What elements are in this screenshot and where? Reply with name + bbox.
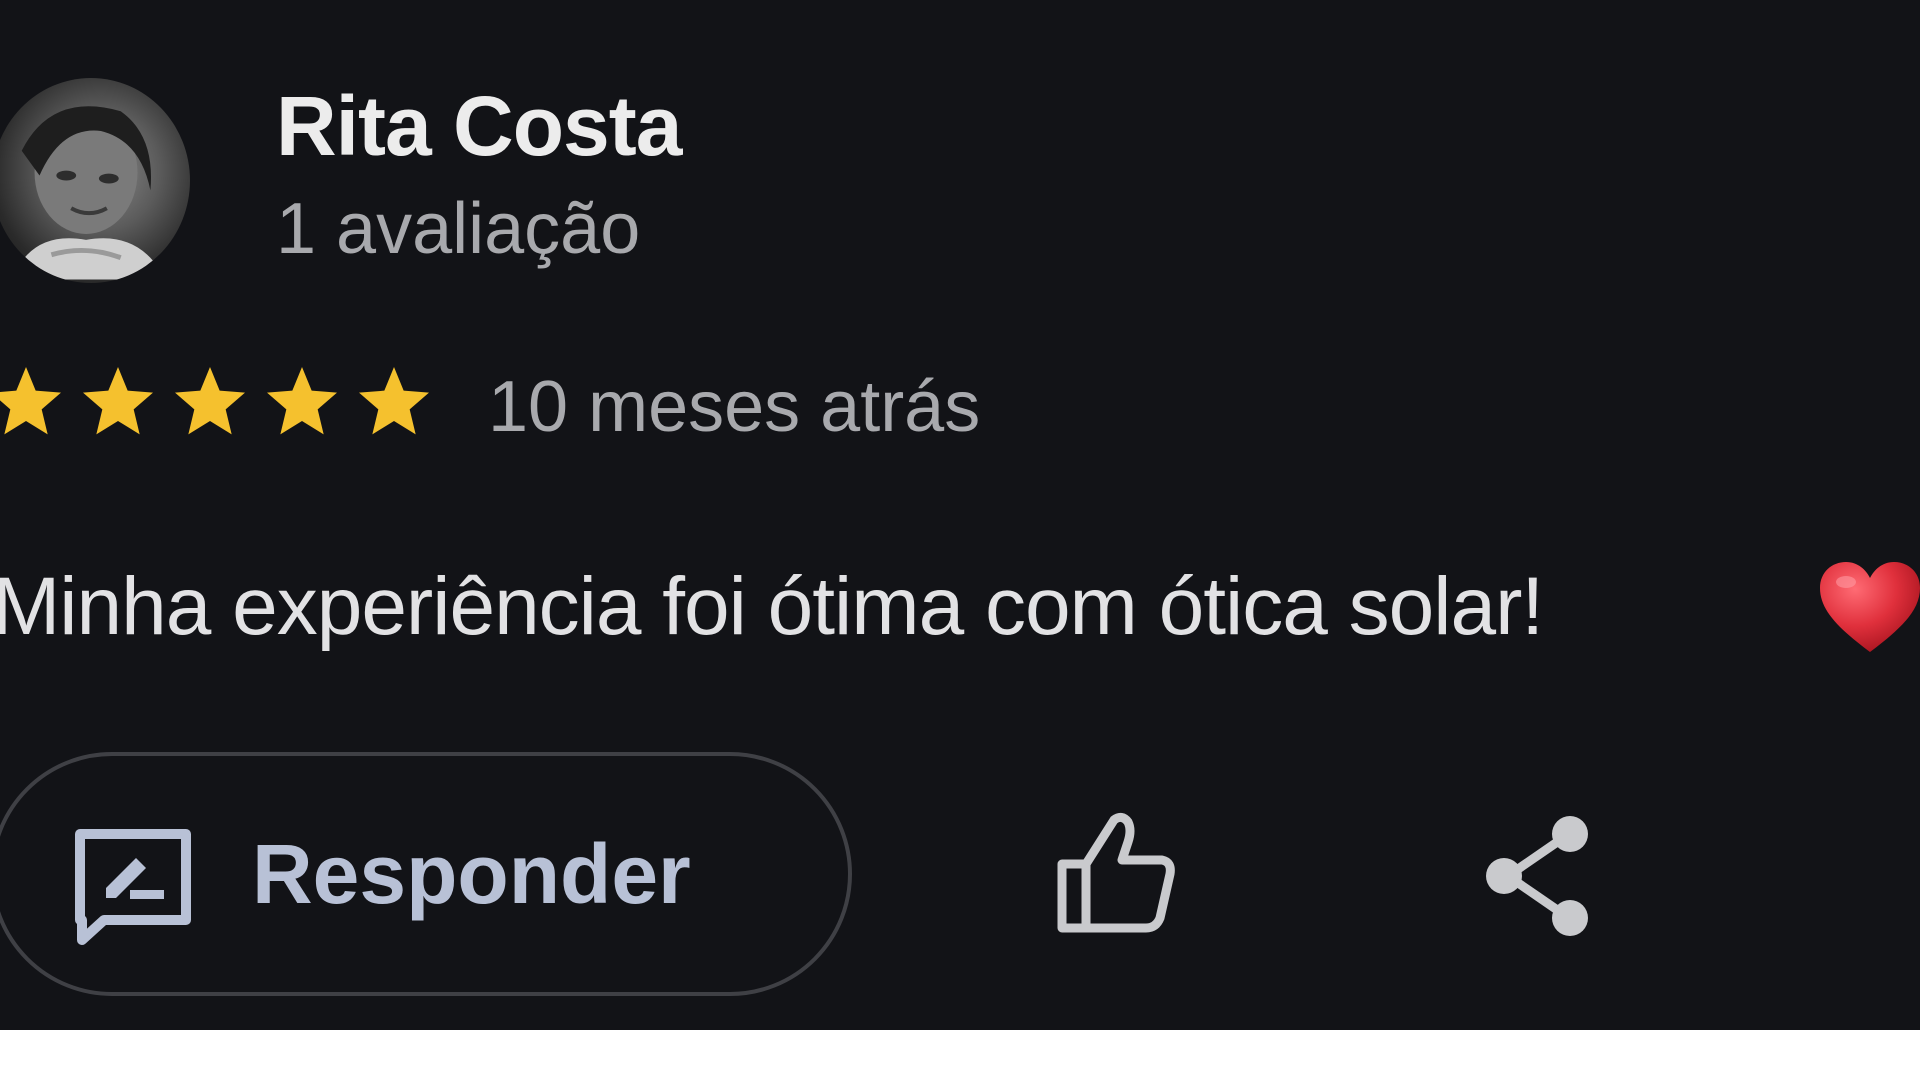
star-icon xyxy=(170,362,250,442)
avatar-photo xyxy=(11,106,166,280)
avatar[interactable] xyxy=(0,78,190,283)
star-icon xyxy=(262,362,342,442)
reply-button-label: Responder xyxy=(252,827,691,921)
review-text: Minha experiência foi ótima com ótica so… xyxy=(0,561,1544,652)
thumbs-up-icon[interactable] xyxy=(1052,808,1180,936)
star-rating xyxy=(0,362,434,442)
reviewer-name[interactable]: Rita Costa xyxy=(276,78,682,175)
reply-edit-icon xyxy=(74,828,192,946)
review-count: 1 avaliação xyxy=(276,189,641,269)
star-icon xyxy=(354,362,434,442)
heart-icon xyxy=(1818,560,1920,654)
review-card: Rita Costa 1 avaliação 10 meses atrás Mi… xyxy=(0,0,1920,1030)
reply-button[interactable]: Responder xyxy=(0,752,852,996)
star-icon xyxy=(0,362,66,442)
share-icon[interactable] xyxy=(1484,812,1594,940)
review-time: 10 meses atrás xyxy=(488,367,981,447)
star-icon xyxy=(78,362,158,442)
